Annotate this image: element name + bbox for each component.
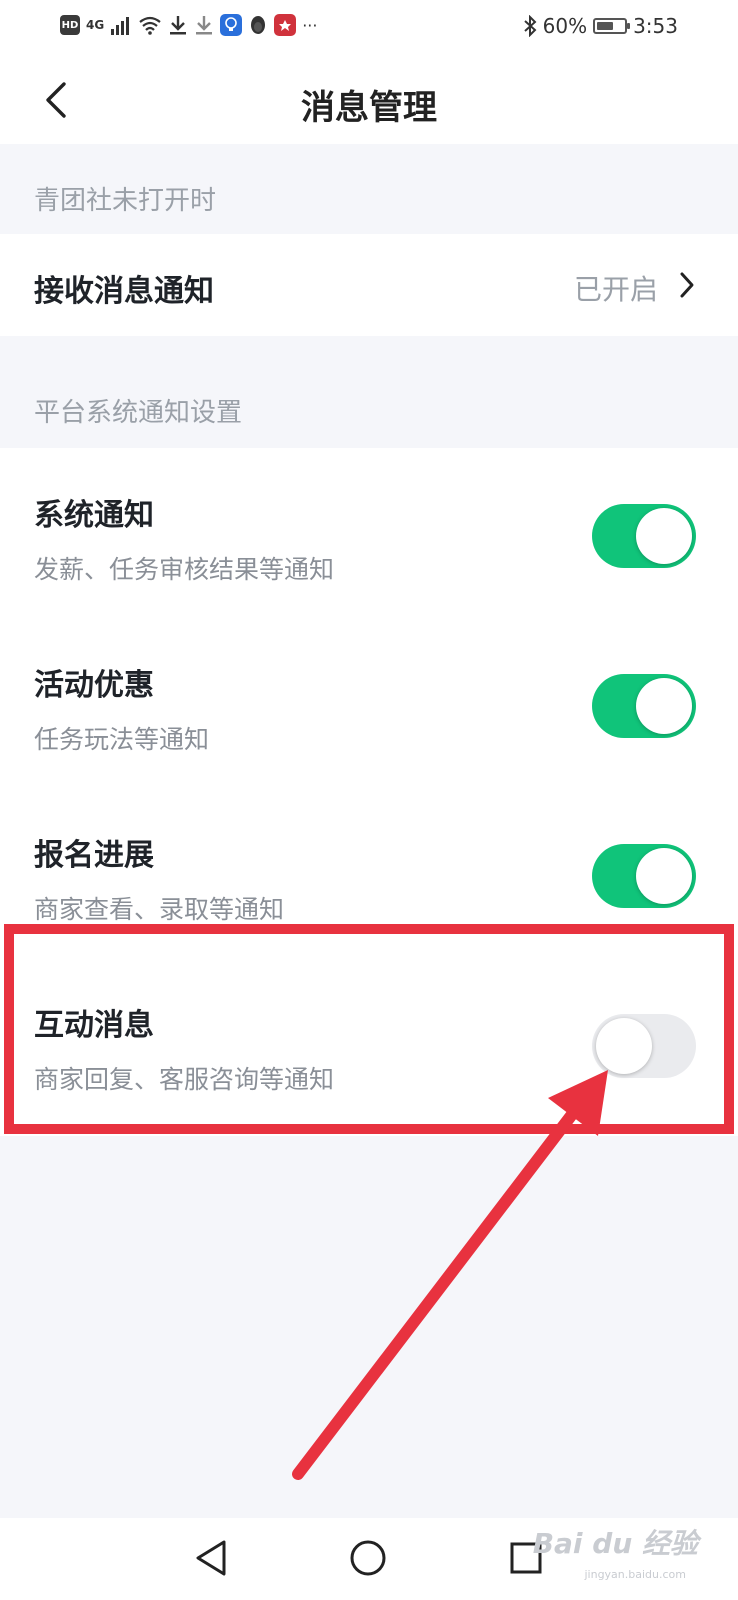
- bluetooth-icon: [523, 15, 537, 37]
- app-icon-bulb: [220, 14, 243, 36]
- signup-progress-toggle[interactable]: [592, 844, 696, 908]
- app-icon-red: [274, 14, 297, 36]
- watermark-url: jingyan.baidu.com: [584, 1568, 686, 1581]
- status-bar-right: 60% 3:53: [523, 14, 678, 38]
- network-label: 4G: [86, 18, 105, 32]
- row-title: 系统通知: [34, 498, 154, 533]
- battery-icon: [593, 18, 631, 34]
- toggle-knob: [596, 1018, 652, 1074]
- wifi-icon: [139, 16, 161, 35]
- toggle-knob: [636, 848, 692, 904]
- status-bar-left: HD 4G ···: [60, 14, 317, 36]
- receive-notification-value: 已开启: [573, 273, 658, 306]
- activity-promo-toggle[interactable]: [592, 674, 696, 738]
- battery-fill: [597, 22, 614, 30]
- hd-badge: HD: [60, 15, 80, 35]
- section-header-closed: 青团社未打开时: [34, 186, 217, 216]
- status-time: 3:53: [633, 14, 678, 38]
- section-header-platform: 平台系统通知设置: [34, 398, 243, 428]
- penguin-icon: [251, 16, 266, 34]
- download-icon: [170, 16, 187, 35]
- interaction-message-toggle[interactable]: [592, 1014, 696, 1078]
- page-title: 消息管理: [301, 88, 437, 128]
- status-bar: HD 4G ··· 60% 3:53: [0, 0, 738, 56]
- battery-percent: 60%: [542, 14, 588, 38]
- row-subtitle: 发薪、任务审核结果等通知: [34, 555, 335, 584]
- nav-home-icon[interactable]: [346, 1536, 390, 1580]
- watermark-logo: Bai du 经验: [532, 1527, 698, 1560]
- receive-notification-title: 接收消息通知: [34, 274, 214, 309]
- toggle-knob: [636, 678, 692, 734]
- more-notifications-icon: ···: [302, 15, 318, 35]
- toggle-knob: [636, 508, 692, 564]
- row-subtitle: 商家查看、录取等通知: [34, 895, 285, 924]
- row-title: 报名进展: [34, 838, 154, 873]
- chevron-right-icon: [680, 272, 694, 298]
- system-notification-toggle[interactable]: [592, 504, 696, 568]
- nav-bar: 消息管理: [0, 56, 738, 144]
- receive-notification-row[interactable]: 接收消息通知 已开启: [0, 234, 738, 336]
- row-subtitle: 任务玩法等通知: [34, 725, 210, 754]
- row-title: 互动消息: [34, 1008, 154, 1043]
- nav-back-icon[interactable]: [190, 1536, 234, 1580]
- row-subtitle: 商家回复、客服咨询等通知: [34, 1065, 335, 1094]
- platform-notification-list: 系统通知 发薪、任务审核结果等通知 活动优惠 任务玩法等通知 报名进展 商家查看…: [0, 448, 738, 1136]
- download-icon-2: [196, 16, 213, 35]
- row-title: 活动优惠: [34, 668, 154, 703]
- signal-icon: [111, 17, 130, 35]
